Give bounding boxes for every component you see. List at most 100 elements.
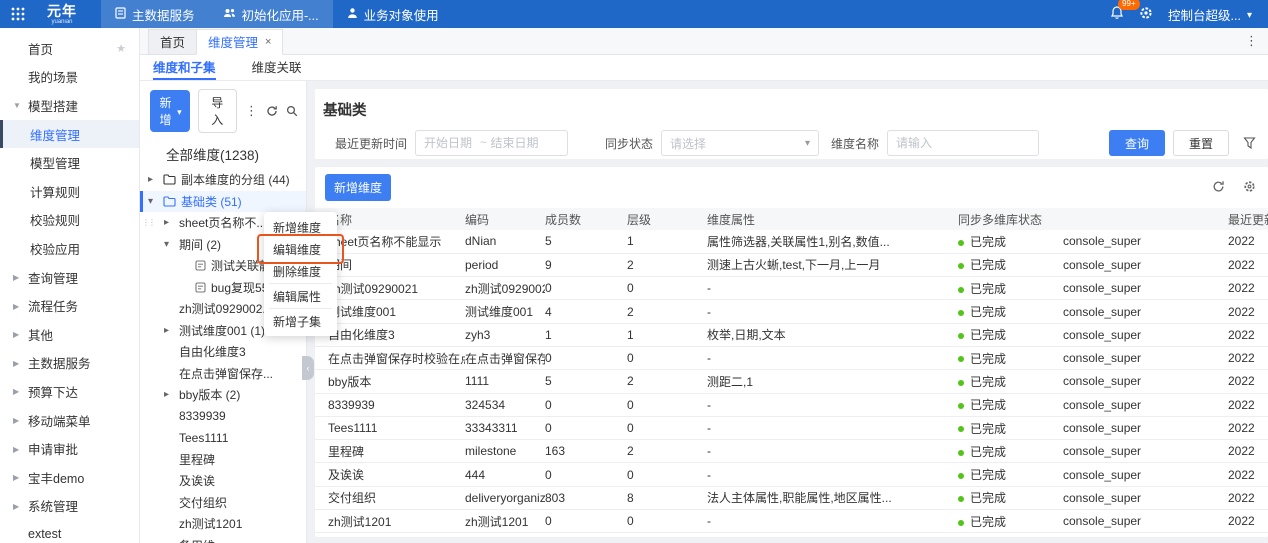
chevron-down-icon[interactable] — [164, 240, 169, 249]
sidebar-item[interactable]: 模型管理 — [0, 148, 139, 177]
context-menu-item[interactable]: 编辑维度 — [264, 238, 337, 260]
chevron-right-icon[interactable] — [148, 175, 153, 184]
table-row[interactable]: bby版本 1111 5 2 测距二,1 已完成 console_super 2… — [315, 369, 1268, 394]
tree-node[interactable]: 8339939 — [140, 406, 306, 428]
tree-node[interactable]: 在点击弹窗保存... — [140, 363, 306, 385]
tree-node[interactable]: 备用维 — [140, 535, 306, 543]
tree-root-label[interactable]: 全部维度(1238) — [140, 137, 306, 169]
table-row[interactable]: sheet页名称不能显示 dNian 5 1 属性筛选器,关联属性1,别名,数值… — [315, 230, 1268, 254]
col-name[interactable]: 名称 — [315, 208, 465, 230]
table-row[interactable]: zh测试09290021 zh测试09290021 0 0 - 已完成 cons… — [315, 276, 1268, 301]
tree-node[interactable]: 及诶诶 — [140, 470, 306, 492]
sync-status-select[interactable]: 请选择 — [661, 130, 820, 156]
sidebar-item[interactable]: 其他 — [0, 320, 139, 349]
col-code[interactable]: 编码 — [465, 208, 545, 230]
panel-collapse-handle[interactable] — [302, 356, 314, 380]
import-button[interactable]: 导入 — [197, 89, 237, 133]
close-icon[interactable]: × — [265, 36, 271, 48]
col-attrs[interactable]: 维度属性 — [707, 208, 958, 230]
context-menu-item[interactable]: 编辑属性 — [264, 285, 337, 307]
sidebar-item[interactable]: 流程任务 — [0, 291, 139, 320]
sidebar-item[interactable]: 预算下达 — [0, 377, 139, 406]
col-members[interactable]: 成员数 — [545, 208, 627, 230]
cell-name[interactable]: 里程碑 — [315, 439, 465, 464]
sidebar-item[interactable]: 我的场景 — [0, 63, 139, 92]
col-levels[interactable]: 层级 — [627, 208, 707, 230]
col-updater[interactable] — [1063, 208, 1228, 230]
context-menu-item[interactable]: 新增维度 — [264, 216, 337, 238]
sidebar-item[interactable]: 维度管理 — [0, 119, 139, 149]
cell-name[interactable]: bby版本 — [315, 369, 465, 394]
favorite-star-icon[interactable]: ★ — [116, 42, 126, 55]
user-menu[interactable]: 控制台超级... — [1168, 5, 1252, 24]
table-row[interactable]: 在点击弹窗保存时校验在点击弹... 在点击弹窗保存... 0 0 - 已完成 c… — [315, 346, 1268, 371]
col-update-time[interactable]: 最近更新时间 — [1228, 208, 1268, 230]
chevron-right-icon[interactable] — [164, 390, 169, 399]
tree-node[interactable]: 自由化维度3 — [140, 341, 306, 363]
top-menu-item[interactable]: 初始化应用-... — [208, 0, 333, 28]
tree-node[interactable]: 交付组织 — [140, 492, 306, 514]
table-row[interactable]: 测试维度001 测试维度001 4 2 - 已完成 console_super … — [315, 299, 1268, 324]
end-date-input[interactable] — [490, 136, 543, 150]
sidebar-item[interactable]: 校验应用 — [0, 234, 139, 263]
sidebar-item[interactable]: 模型搭建 — [0, 91, 139, 120]
top-menu-item[interactable]: 业务对象使用 — [333, 0, 453, 28]
sidebar-item[interactable]: extest — [0, 520, 139, 543]
table-row[interactable]: 里程碑 milestone 163 2 - 已完成 console_super … — [315, 439, 1268, 464]
table-row[interactable]: 备用维 reserve 29 2 测试关联版本 已完成 console_supe… — [315, 532, 1268, 537]
sidebar-item[interactable]: 宝丰demo — [0, 463, 139, 492]
table-row[interactable]: 及诶诶 444 0 0 - 已完成 console_super 2022 — [315, 462, 1268, 487]
table-row[interactable]: Tees1111 33343311 0 0 - 已完成 console_supe… — [315, 416, 1268, 441]
tree-node[interactable]: Tees1111 — [140, 427, 306, 449]
start-date-input[interactable] — [424, 136, 477, 150]
cell-name[interactable]: 自由化维度3 — [315, 323, 465, 347]
cell-name[interactable]: 8339939 — [315, 393, 465, 417]
sidebar-item[interactable]: 系统管理 — [0, 492, 139, 521]
chevron-right-icon[interactable] — [164, 326, 169, 335]
sidebar-item[interactable]: 首页 ★ — [0, 34, 139, 63]
page-tab[interactable]: 维度管理 × — [196, 28, 284, 55]
table-row[interactable]: 交付组织 deliveryorganiza... 803 8 法人主体属性,职能… — [315, 486, 1268, 511]
sub-tab[interactable]: 维度和子集 — [153, 55, 216, 80]
table-row[interactable]: 自由化维度3 zyh3 1 1 枚举,日期,文本 已完成 console_sup… — [315, 323, 1268, 347]
refresh-icon[interactable] — [266, 105, 278, 117]
sidebar-item[interactable]: 查询管理 — [0, 263, 139, 292]
dimension-name-input[interactable] — [887, 130, 1040, 156]
context-menu-item[interactable]: 删除维度 — [264, 260, 337, 282]
tab-options-icon[interactable] — [1245, 33, 1258, 49]
sub-tab[interactable]: 维度关联 — [252, 55, 302, 80]
cell-name[interactable]: sheet页名称不能显示 — [315, 230, 465, 254]
reset-button[interactable]: 重置 — [1173, 130, 1230, 156]
add-dimension-button[interactable]: 新增维度 — [325, 174, 392, 201]
sidebar-item[interactable]: 计算规则 — [0, 177, 139, 206]
date-range-picker[interactable]: ~ — [415, 130, 569, 156]
cell-name[interactable]: 期间 — [315, 253, 465, 278]
sidebar-item[interactable]: 主数据服务 — [0, 349, 139, 378]
app-grid-icon[interactable] — [11, 7, 25, 21]
cell-name[interactable]: zh测试09290021 — [315, 276, 465, 301]
cell-name[interactable]: 在点击弹窗保存时校验在点击弹... — [315, 346, 465, 371]
top-menu-item[interactable]: 主数据服务 — [101, 0, 209, 28]
query-button[interactable]: 查询 — [1109, 130, 1166, 156]
add-dropdown-button[interactable]: 新增 — [150, 90, 190, 132]
search-icon[interactable] — [286, 105, 298, 117]
cell-name[interactable]: zh测试1201 — [315, 509, 465, 534]
page-tab[interactable]: 首页 — [148, 28, 197, 55]
table-refresh-icon[interactable] — [1212, 180, 1225, 196]
chevron-down-icon[interactable] — [148, 197, 153, 206]
table-row[interactable]: 8339939 324534 0 0 - 已完成 console_super 2… — [315, 393, 1268, 417]
drag-handle[interactable]: ⋮⋮ — [142, 218, 156, 227]
tree-node[interactable]: 副本维度的分组 (44) — [140, 169, 306, 191]
table-row[interactable]: zh测试1201 zh测试1201 0 0 - 已完成 console_supe… — [315, 509, 1268, 534]
sidebar-item[interactable]: 移动端菜单 — [0, 406, 139, 435]
settings-gear-icon[interactable] — [1139, 6, 1153, 23]
chevron-right-icon[interactable] — [164, 218, 169, 227]
tree-node[interactable]: zh测试1201 — [140, 513, 306, 535]
filter-funnel-icon[interactable] — [1243, 137, 1256, 149]
more-options-icon[interactable] — [245, 103, 258, 119]
tree-node[interactable]: bby版本 (2) — [140, 384, 306, 406]
notification-bell-icon[interactable]: 99+ — [1110, 0, 1140, 23]
cell-name[interactable]: 及诶诶 — [315, 462, 465, 487]
table-settings-gear-icon[interactable] — [1243, 180, 1256, 196]
cell-name[interactable]: Tees1111 — [315, 416, 465, 441]
